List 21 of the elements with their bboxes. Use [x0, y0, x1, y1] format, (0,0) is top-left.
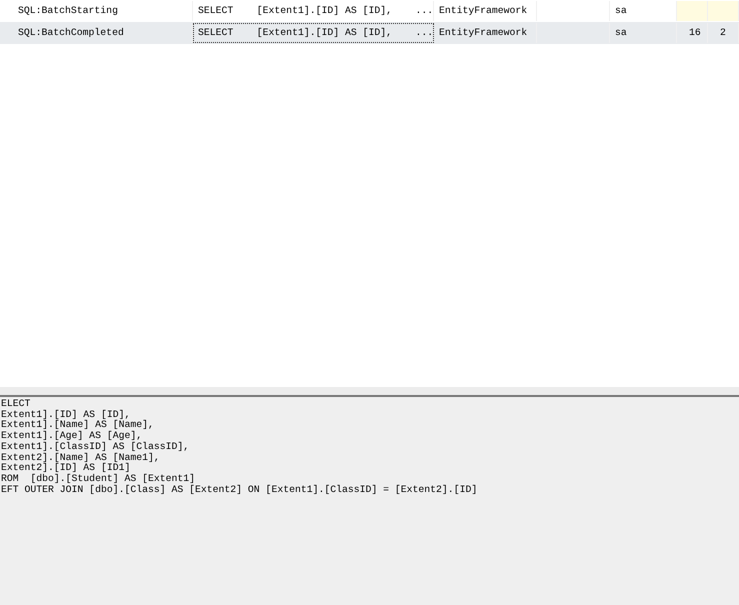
- sql-line: Extent1].[Age] AS [Age],: [1, 431, 142, 442]
- sql-line: ELECT: [1, 399, 32, 410]
- sql-line: Extent1].[ID] AS [ID],: [1, 410, 130, 420]
- table-cell: SELECT [Extent1].[ID] AS [ID], ...: [193, 23, 434, 43]
- table-cell: SQL:BatchCompleted: [0, 23, 193, 43]
- sql-line: Extent2].[ID] AS [ID1]: [1, 463, 130, 474]
- sql-line: ROM [dbo].[Student] AS [Extent1]: [1, 474, 196, 484]
- sql-line: Extent1].[ClassID] AS [ClassID],: [1, 442, 190, 452]
- trace-row[interactable]: SQL:BatchStarting SELECT [Extent1].[ID] AS [ID], ... EntityFramework sa: [0, 0, 739, 22]
- table-cell: SELECT [Extent1].[ID] AS [ID], ...: [193, 1, 434, 21]
- sql-line: Extent1].[Name] AS [Name],: [1, 420, 155, 431]
- sql-line: Extent2].[Name] AS [Name1],: [1, 452, 161, 463]
- trace-row[interactable]: SQL:BatchCompleted SELECT [Extent1].[ID] AS [ID], ... EntityFramework sa 16 2: [0, 22, 739, 44]
- table-cell: 16: [677, 23, 708, 43]
- table-cell: sa: [610, 23, 677, 43]
- table-cell: EntityFramework: [434, 23, 537, 43]
- splitter[interactable]: [0, 387, 739, 397]
- table-cell: EntityFramework: [434, 1, 537, 21]
- table-cell: 2: [708, 23, 739, 43]
- table-cell: SQL:BatchStarting: [0, 1, 193, 21]
- sql-line: EFT OUTER JOIN [dbo].[Class] AS [Extent2] ON [Extent1].[ClassID] = [Extent2].[ID]: [1, 484, 478, 496]
